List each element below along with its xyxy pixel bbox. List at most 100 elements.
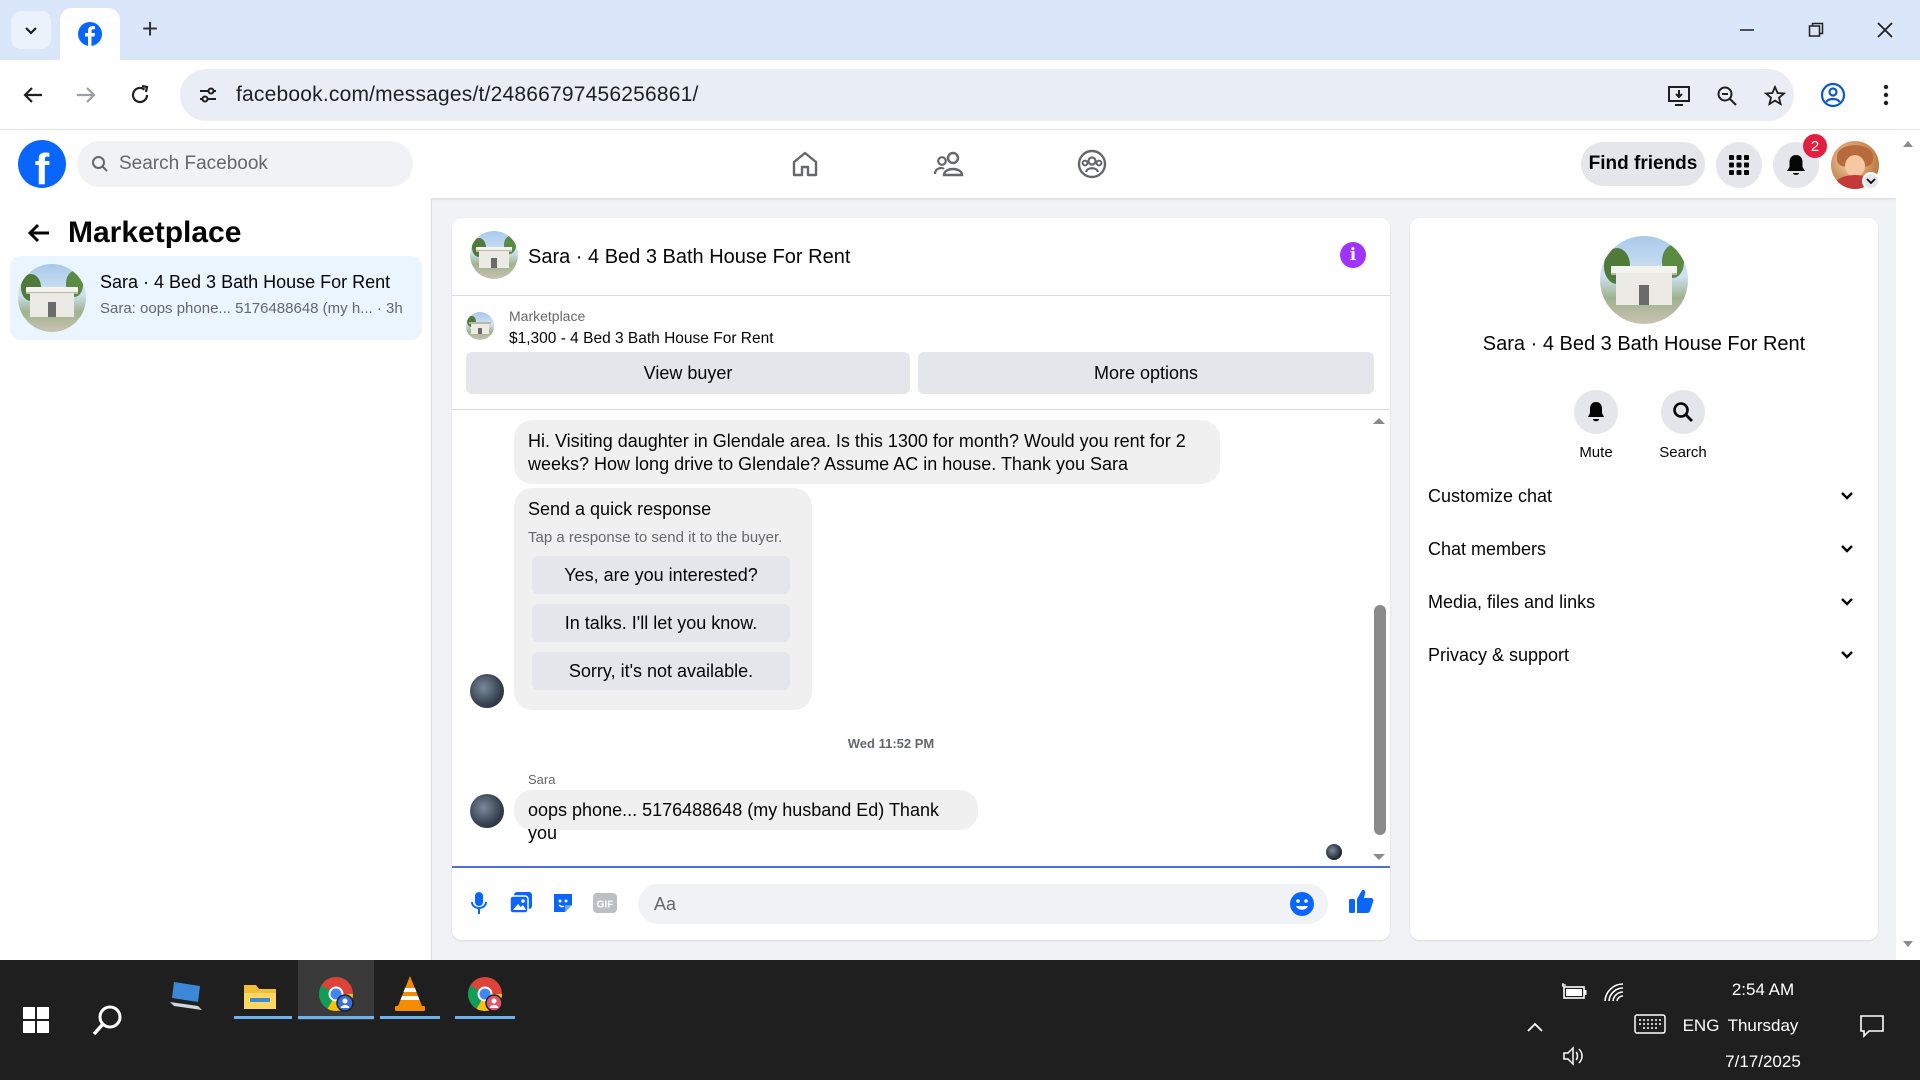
nav-friends[interactable]	[927, 142, 971, 186]
minimize-button[interactable]	[1724, 12, 1770, 48]
start-button[interactable]	[14, 998, 58, 1042]
address-bar[interactable]: facebook.com/messages/t/2486679745625686…	[180, 69, 1794, 121]
reload-button[interactable]	[122, 77, 158, 113]
tab-search-dropdown[interactable]	[11, 11, 51, 49]
chat-header: Sara · 4 Bed 3 Bath House For Rent i	[452, 218, 1390, 296]
search-action[interactable]: Search	[1643, 390, 1723, 461]
marketplace-label: Marketplace	[509, 308, 586, 324]
conversation-info-button[interactable]: i	[1340, 242, 1366, 268]
taskbar-app-chrome-profile-2[interactable]	[459, 968, 511, 1020]
nav-groups[interactable]	[1070, 142, 1114, 186]
message-text: oops phone... 5176488648 (my husband Ed)…	[528, 800, 939, 843]
search-label: Search	[1659, 444, 1707, 461]
tab-facebook[interactable]	[60, 8, 120, 60]
clock-time[interactable]: 2:54 AM	[1700, 980, 1826, 1000]
clock-day[interactable]: Thursday	[1700, 1016, 1826, 1036]
bell-icon	[1588, 402, 1604, 422]
search-input[interactable]	[119, 153, 399, 175]
facebook-logo[interactable]: f	[18, 140, 66, 188]
account-circle-icon	[1820, 82, 1846, 108]
search-icon	[92, 1005, 122, 1036]
section-customize-chat[interactable]: Customize chat	[1428, 474, 1860, 518]
windows-logo-icon	[23, 1007, 49, 1033]
buyer-avatar[interactable]	[470, 674, 504, 708]
profile-button[interactable]	[1815, 77, 1851, 113]
action-center-button[interactable]	[1852, 1006, 1892, 1046]
facebook-search[interactable]	[77, 141, 413, 187]
install-icon	[1668, 86, 1690, 106]
running-indicator	[380, 1016, 440, 1019]
url-text[interactable]: facebook.com/messages/t/2486679745625686…	[236, 83, 699, 107]
back-button[interactable]	[15, 77, 51, 113]
volume-control[interactable]	[1556, 1042, 1592, 1070]
back-to-marketplace-button[interactable]	[24, 218, 54, 248]
message-text-line: Hi. Visiting daughter in Glendale area. …	[528, 431, 1186, 451]
browser-menu-button[interactable]	[1868, 77, 1904, 113]
touch-keyboard-button[interactable]	[1632, 1010, 1668, 1038]
forward-button[interactable]	[68, 77, 104, 113]
chrome-icon	[468, 977, 503, 1012]
send-like-button[interactable]	[1346, 886, 1376, 916]
zoom-button[interactable]	[1712, 81, 1742, 111]
scroll-up-icon	[1903, 141, 1913, 147]
chat-listing-thumbnail[interactable]	[470, 231, 518, 279]
network-status[interactable]	[1596, 978, 1632, 1006]
attach-photo-button[interactable]	[506, 888, 536, 918]
sidebar-title: Marketplace	[68, 216, 242, 249]
mute-button[interactable]	[1574, 390, 1618, 434]
scrollbar-thumb[interactable]	[1374, 605, 1386, 835]
gif-button[interactable]: GIF	[590, 888, 620, 918]
section-media-files-links[interactable]: Media, files and links	[1428, 580, 1860, 624]
emoji-button[interactable]	[1288, 890, 1316, 918]
message-input[interactable]	[638, 884, 1258, 924]
find-friends-button[interactable]: Find friends	[1581, 142, 1705, 186]
menu-button[interactable]	[1716, 142, 1762, 188]
section-label: Customize chat	[1428, 485, 1553, 506]
section-chat-members[interactable]: Chat members	[1428, 527, 1860, 571]
show-hidden-icons-button[interactable]	[1520, 1012, 1550, 1042]
new-tab-button[interactable]: +	[136, 13, 164, 44]
taskbar-app-remote-desktop[interactable]	[160, 970, 212, 1022]
details-listing-thumbnail[interactable]	[1600, 236, 1688, 324]
arrow-left-icon	[23, 87, 42, 103]
search-icon	[1673, 402, 1693, 422]
restore-button[interactable]	[1793, 12, 1839, 48]
site-info-button[interactable]	[192, 79, 224, 111]
taskbar-app-file-explorer[interactable]	[234, 970, 286, 1022]
taskbar-app-chrome-profile-1[interactable]	[310, 968, 362, 1020]
section-privacy-support[interactable]: Privacy & support	[1428, 633, 1860, 677]
chat-title[interactable]: Sara · 4 Bed 3 Bath House For Rent	[528, 246, 850, 269]
taskbar-app-vlc[interactable]	[384, 968, 436, 1020]
buyer-avatar[interactable]	[470, 794, 504, 828]
thumbs-up-icon	[1349, 889, 1374, 913]
quick-response-option[interactable]: Sorry, it's not available.	[532, 652, 790, 690]
quick-response-option[interactable]: In talks. I'll let you know.	[532, 604, 790, 642]
page-scrollbar[interactable]	[1896, 130, 1920, 960]
clock-date[interactable]: 7/17/2025	[1700, 1052, 1826, 1072]
bookmark-button[interactable]	[1760, 81, 1790, 111]
sticker-button[interactable]	[548, 888, 578, 918]
more-options-button[interactable]: More options	[918, 352, 1374, 394]
chevron-down-icon	[1841, 651, 1853, 659]
view-buyer-button[interactable]: View buyer	[466, 352, 910, 394]
conversation-sidebar: Marketplace Sara · 4 Bed 3 Bath House Fo…	[0, 198, 432, 960]
chevron-down-icon	[25, 27, 37, 35]
conversation-item[interactable]: Sara · 4 Bed 3 Bath House For Rent Sara:…	[10, 256, 422, 340]
nav-home[interactable]	[783, 142, 827, 186]
photo-icon	[509, 892, 532, 914]
taskbar-search-button[interactable]	[86, 998, 130, 1042]
chevron-down-icon	[1841, 492, 1853, 500]
battery-charging-icon	[1562, 983, 1587, 999]
quick-response-option[interactable]: Yes, are you interested?	[532, 556, 790, 594]
chat-scrollbar[interactable]	[1370, 410, 1388, 870]
close-window-button[interactable]	[1862, 12, 1908, 48]
voice-clip-button[interactable]	[464, 888, 494, 918]
mute-action[interactable]: Mute	[1556, 390, 1636, 461]
listing-title[interactable]: $1,300 - 4 Bed 3 Bath House For Rent	[509, 330, 774, 348]
account-dropdown-button[interactable]	[1862, 172, 1880, 190]
search-in-conversation-button[interactable]	[1661, 390, 1705, 434]
grid-menu-icon	[1729, 155, 1749, 175]
battery-status[interactable]	[1556, 978, 1592, 1006]
install-app-button[interactable]	[1664, 81, 1694, 111]
message-bubble: Hi. Visiting daughter in Glendale area. …	[514, 420, 1220, 484]
